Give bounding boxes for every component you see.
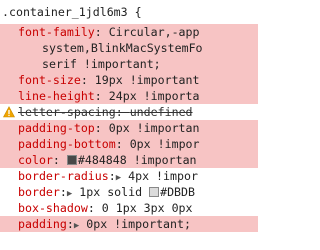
property-value[interactable]: 19px !important (95, 73, 200, 87)
property-name: letter-spacing (18, 105, 116, 119)
property-value[interactable]: 0px !important; (86, 217, 191, 231)
expand-arrow-icon[interactable]: ▶ (116, 173, 121, 183)
declaration-border-radius[interactable]: border-radius:▶ 4px !impor (0, 168, 258, 184)
property-name: box-shadow (18, 201, 88, 215)
declaration-box-shadow[interactable]: box-shadow: 0 1px 3px 0px (0, 200, 258, 216)
property-value-color[interactable]: #DBDB (160, 185, 195, 199)
declaration-border[interactable]: border:▶ 1px solid #DBDB (0, 184, 258, 200)
declaration-line-height[interactable]: line-height: 24px !importa (0, 88, 258, 104)
declaration-font-size[interactable]: font-size: 19px !important (0, 72, 258, 88)
property-name: font-family (18, 25, 95, 39)
property-value[interactable]: 1px solid (79, 185, 149, 199)
property-name: padding-top (18, 121, 95, 135)
color-swatch[interactable] (66, 155, 77, 165)
property-name: border-radius (18, 169, 109, 183)
property-value[interactable]: Circular,-app (109, 25, 200, 39)
declaration-continuation: serif !important; (0, 56, 258, 72)
declaration-continuation: system,BlinkMacSystemFo (0, 40, 258, 56)
declaration-padding-top[interactable]: padding-top: 0px !importan (0, 120, 258, 136)
declaration-padding-bottom[interactable]: padding-bottom: 0px !impor (0, 136, 258, 152)
expand-arrow-icon[interactable]: ▶ (67, 189, 72, 199)
declaration-font-family[interactable]: font-family: Circular,-app (0, 24, 258, 40)
declaration-letter-spacing[interactable]: letter-spacing: undefined (0, 104, 258, 120)
property-value[interactable]: 0 1px 3px 0px (102, 201, 193, 215)
expand-arrow-icon[interactable]: ▶ (74, 221, 79, 231)
declarations-list: font-family: Circular,-app system,BlinkM… (0, 24, 258, 232)
declaration-padding[interactable]: padding:▶ 0px !important; (0, 216, 258, 232)
property-value[interactable]: undefined (130, 105, 193, 119)
property-value[interactable]: 0px !importan (109, 121, 200, 135)
declaration-color[interactable]: color: #484848 !importan (0, 152, 258, 168)
property-value[interactable]: 0px !impor (130, 137, 200, 151)
css-rules-panel: .container_1jdl6m3 { font-family: Circul… (0, 0, 258, 250)
property-name: border (18, 185, 60, 199)
property-name: line-height (18, 89, 95, 103)
css-selector[interactable]: .container_1jdl6m3 { (0, 0, 258, 24)
property-name: color (18, 153, 53, 167)
property-name: font-size (18, 73, 81, 87)
property-name: padding-bottom (18, 137, 116, 151)
color-swatch[interactable] (149, 187, 160, 197)
property-value[interactable]: #484848 !importan (78, 153, 197, 167)
warning-icon[interactable] (3, 106, 15, 118)
property-value[interactable]: 4px !impor (128, 169, 198, 183)
property-value[interactable]: 24px !importa (109, 89, 200, 103)
property-name: padding (18, 217, 67, 231)
